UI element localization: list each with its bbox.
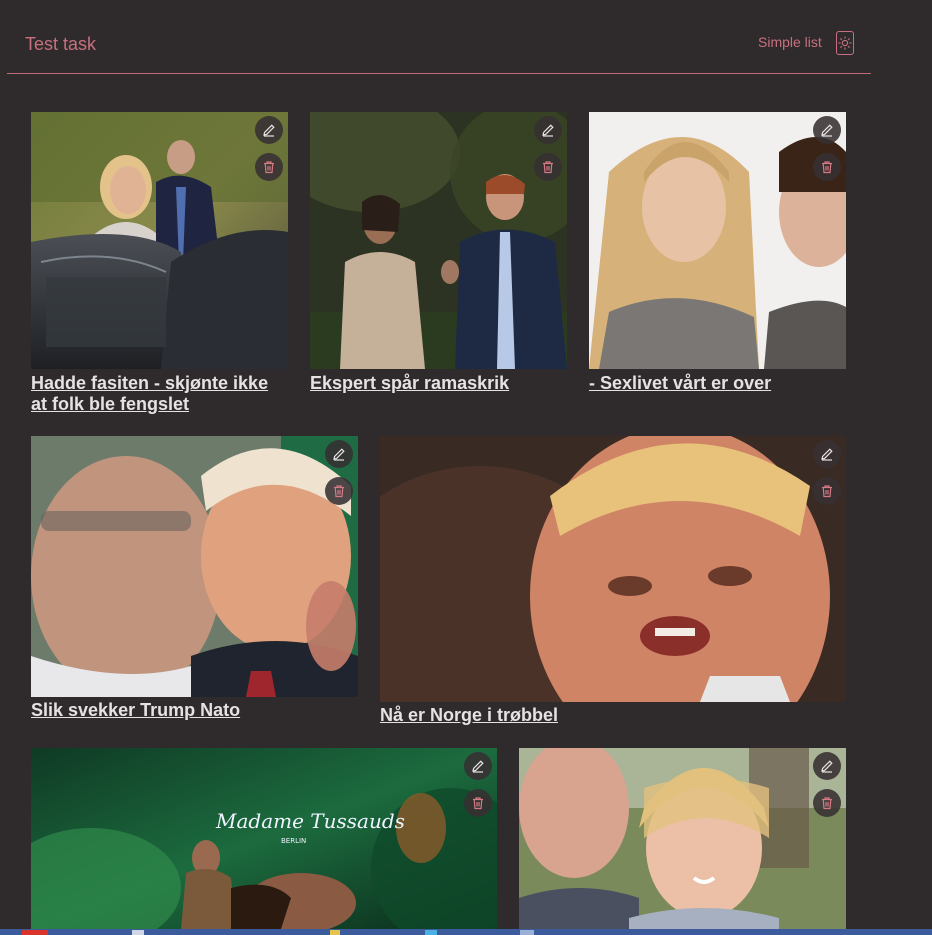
taskbar-app-icon[interactable] — [520, 930, 534, 935]
article-image[interactable] — [310, 112, 567, 369]
svg-text:Madame Tussauds: Madame Tussauds — [215, 809, 405, 833]
delete-button[interactable] — [813, 153, 841, 181]
article-card: Madame Tussauds BERLIN — [31, 748, 497, 929]
delete-button[interactable] — [464, 789, 492, 817]
edit-button[interactable] — [464, 752, 492, 780]
article-image[interactable] — [519, 748, 846, 929]
article-title-link[interactable]: Ekspert spår ramaskrik — [310, 373, 567, 394]
edit-button[interactable] — [813, 116, 841, 144]
theme-toggle-button[interactable] — [836, 31, 854, 55]
article-title-link[interactable]: Slik svekker Trump Nato — [31, 700, 358, 721]
page: Test task Simple list Hadde fasiten - sk… — [0, 0, 932, 935]
edit-button[interactable] — [255, 116, 283, 144]
taskbar — [0, 929, 932, 935]
delete-button[interactable] — [255, 153, 283, 181]
article-image[interactable] — [380, 436, 846, 702]
simple-list-toggle[interactable]: Simple list — [758, 34, 822, 50]
edit-button[interactable] — [813, 440, 841, 468]
article-card — [519, 748, 846, 929]
taskbar-app-icon[interactable] — [22, 930, 48, 935]
article-image[interactable] — [31, 436, 358, 697]
article-card: - Sexlivet vårt er over — [589, 112, 846, 397]
taskbar-app-icon[interactable] — [330, 930, 340, 935]
edit-button[interactable] — [325, 440, 353, 468]
delete-button[interactable] — [813, 789, 841, 817]
delete-button[interactable] — [534, 153, 562, 181]
article-image[interactable] — [31, 112, 288, 369]
page-title: Test task — [25, 34, 97, 54]
article-card: Slik svekker Trump Nato — [31, 436, 358, 726]
taskbar-app-icon[interactable] — [132, 930, 144, 935]
article-title-link[interactable]: - Sexlivet vårt er over — [589, 373, 846, 394]
article-card: Hadde fasiten - skjønte ikke at folk ble… — [31, 112, 288, 417]
delete-button[interactable] — [325, 477, 353, 505]
header: Test task Simple list — [7, 0, 871, 74]
delete-button[interactable] — [813, 477, 841, 505]
taskbar-app-icon[interactable] — [425, 930, 437, 935]
article-title-link[interactable]: Hadde fasiten - skjønte ikke at folk ble… — [31, 373, 288, 415]
article-image[interactable] — [589, 112, 846, 369]
article-title-link[interactable]: Nå er Norge i trøbbel — [380, 705, 846, 726]
article-card: Ekspert spår ramaskrik — [310, 112, 567, 397]
edit-button[interactable] — [813, 752, 841, 780]
svg-text:BERLIN: BERLIN — [281, 837, 306, 845]
article-image[interactable]: Madame Tussauds BERLIN — [31, 748, 497, 929]
article-card: Nå er Norge i trøbbel — [380, 436, 846, 728]
edit-button[interactable] — [534, 116, 562, 144]
